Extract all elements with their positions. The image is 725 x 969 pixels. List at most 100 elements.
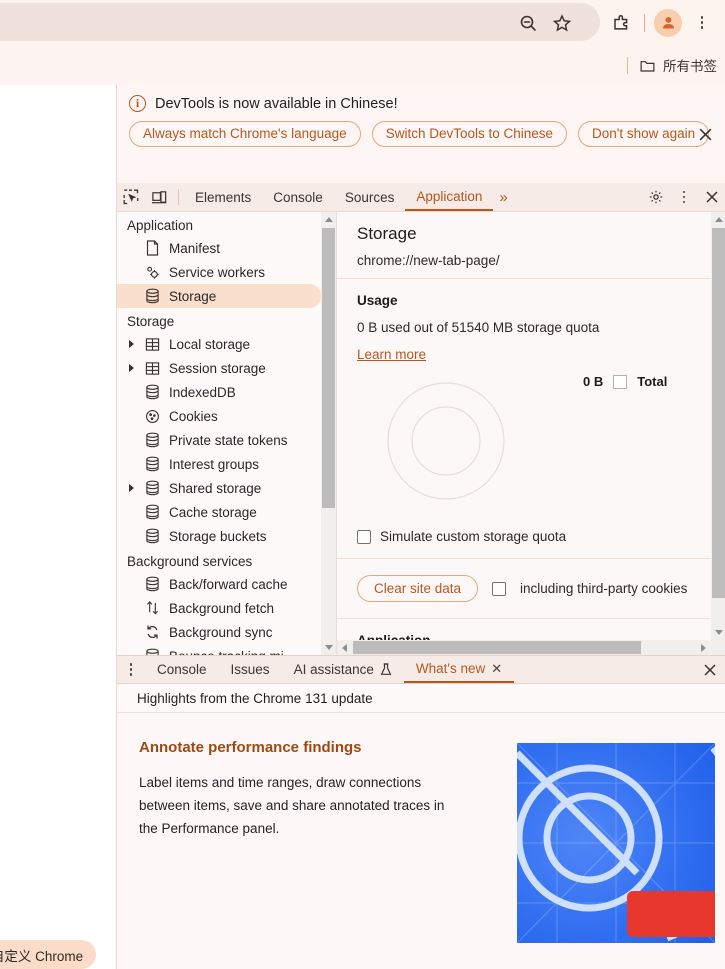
kebab-menu-icon[interactable] [670,190,698,204]
inspect-element-icon[interactable] [117,183,145,211]
database-icon [143,479,161,497]
blueprint-red-element [627,891,715,937]
tab-application[interactable]: Application [405,183,494,211]
main-scroll-up-arrow[interactable] [711,212,725,227]
hscroll-thumb[interactable] [353,641,641,654]
sidebar-scroll-thumb[interactable] [322,228,335,508]
main-vertical-scrollbar[interactable] [711,212,725,655]
sidebar-item-label: IndexedDB [169,384,236,400]
drawer-tab-console[interactable]: Console [145,656,219,683]
expand-caret-icon[interactable] [129,484,134,492]
hscroll-left-arrow[interactable] [337,640,352,655]
chrome-menu-icon[interactable] [685,6,719,40]
application-sidebar: Application Manifest Service workers Storag… [117,212,337,655]
always-match-language-button[interactable]: Always match Chrome's language [129,121,361,147]
sidebar-item-label: Background sync [169,624,273,640]
device-toolbar-icon[interactable] [145,183,173,211]
drawer-kebab-menu-icon[interactable] [117,656,145,683]
sidebar-item-shared-storage[interactable]: Shared storage [117,476,321,500]
sidebar-item-interest-groups[interactable]: Interest groups [117,452,321,476]
main-scroll-down-arrow[interactable] [711,625,725,640]
devtools-panel: i DevTools is now available in Chinese! … [116,85,725,969]
extensions-icon[interactable] [604,6,638,40]
simulate-quota-checkbox[interactable] [357,529,371,544]
profile-avatar-icon[interactable] [651,6,685,40]
sidebar-item-cache-storage[interactable]: Cache storage [117,500,321,524]
third-party-cookies-checkbox[interactable] [492,581,507,596]
drawer-tab-issues[interactable]: Issues [219,656,282,683]
zoom-out-icon[interactable] [511,6,545,40]
tab-sources[interactable]: Sources [334,183,406,211]
sidebar-item-label: Background fetch [169,600,275,616]
bookmark-star-icon[interactable] [545,6,579,40]
database-icon [143,287,161,305]
browser-toolbar-icons [511,0,719,45]
sidebar-item-storage[interactable]: Storage [117,284,321,308]
sidebar-item-storage-buckets[interactable]: Storage buckets [117,524,321,548]
sidebar-item-background-fetch[interactable]: Background fetch [117,596,321,620]
donut-chart-svg [387,382,505,500]
switch-devtools-chinese-button[interactable]: Switch DevTools to Chinese [371,121,568,147]
main-horizontal-scrollbar[interactable] [337,640,725,655]
usage-heading: Usage [357,293,398,308]
avatar [654,8,682,37]
learn-more-link[interactable]: Learn more [357,347,426,362]
expand-caret-icon[interactable] [129,364,134,372]
main-scroll-thumb[interactable] [712,228,725,598]
sidebar-item-label: Shared storage [169,480,262,496]
sidebar-group-title: Background services [127,554,253,569]
expand-caret-icon[interactable] [129,340,134,348]
sidebar-group-title: Storage [127,314,175,329]
sidebar-vertical-scrollbar[interactable] [321,212,336,655]
clear-site-data-row: Clear site data including third-party co… [337,559,711,619]
notification-message-row: i DevTools is now available in Chinese! [129,95,714,112]
sidebar-item-indexeddb[interactable]: IndexedDB [117,380,321,404]
whats-new-subtitle: Highlights from the Chrome 131 update [117,684,725,713]
sidebar-item-local-storage[interactable]: Local storage [117,332,321,356]
sidebar-item-private-state-tokens[interactable]: Private state tokens [117,428,321,452]
drawer-tabbar: Console Issues AI assistance What's new … [117,656,725,684]
database-icon [143,431,161,449]
gear-icon[interactable] [642,189,670,205]
usage-section: Usage 0 B used out of 51540 MB storage q… [337,279,711,559]
simulate-quota-row[interactable]: Simulate custom storage quota [357,529,711,558]
drawer-tab-ai-assistance[interactable]: AI assistance [282,656,404,683]
more-tabs-icon[interactable]: » [493,183,513,211]
sidebar-item-session-storage[interactable]: Session storage [117,356,321,380]
drawer-tab-whats-new[interactable]: What's new ✕ [403,656,515,683]
devtools-language-notification: i DevTools is now available in Chinese! … [117,85,725,183]
sidebar-item-label: Service workers [169,264,266,280]
sidebar-item-manifest[interactable]: Manifest [117,236,321,260]
address-bar[interactable] [0,3,600,41]
scroll-up-arrow[interactable] [321,212,336,227]
drawer-tab-issues-label: Issues [230,662,270,677]
sidebar-item-back-forward-cache[interactable]: Back/forward cache [117,572,321,596]
dont-show-again-button[interactable]: Don't show again [578,121,710,147]
scroll-down-arrow[interactable] [321,640,336,655]
drawer-tab-close-icon[interactable]: ✕ [491,661,502,677]
tabbar-divider [178,189,179,205]
page-title: Storage [357,224,417,243]
bookmarks-bar: 所有书签 [0,45,725,85]
sync-icon [143,623,161,641]
all-bookmarks-button[interactable]: 所有书签 [627,45,717,85]
sidebar-item-bounce-tracking-mi[interactable]: Bounce tracking mi… [117,644,321,655]
sidebar-item-service-workers[interactable]: Service workers [117,260,321,284]
browser-toolbar [0,0,725,45]
sidebar-item-label: Session storage [169,360,266,376]
sidebar-item-label: Back/forward cache [169,576,288,592]
clear-site-data-button[interactable]: Clear site data [357,575,479,602]
tab-console[interactable]: Console [262,183,334,211]
close-icon[interactable] [698,190,725,204]
sidebar-item-background-sync[interactable]: Background sync [117,620,321,644]
drawer-close-icon[interactable] [694,656,725,683]
flask-icon [380,663,392,675]
notification-close-icon[interactable] [694,123,716,145]
tab-elements[interactable]: Elements [184,183,262,211]
customize-chrome-button[interactable]: 自定义 Chrome [0,940,96,969]
sidebar-item-cookies[interactable]: Cookies [117,404,321,428]
hscroll-right-arrow[interactable] [696,640,711,655]
toolbar-divider [644,13,645,32]
storage-main-panel: Storage chrome://new-tab-page/ Usage 0 B… [337,212,725,655]
sidebar-scroll-content: Application Manifest Service workers Storag… [117,212,321,655]
